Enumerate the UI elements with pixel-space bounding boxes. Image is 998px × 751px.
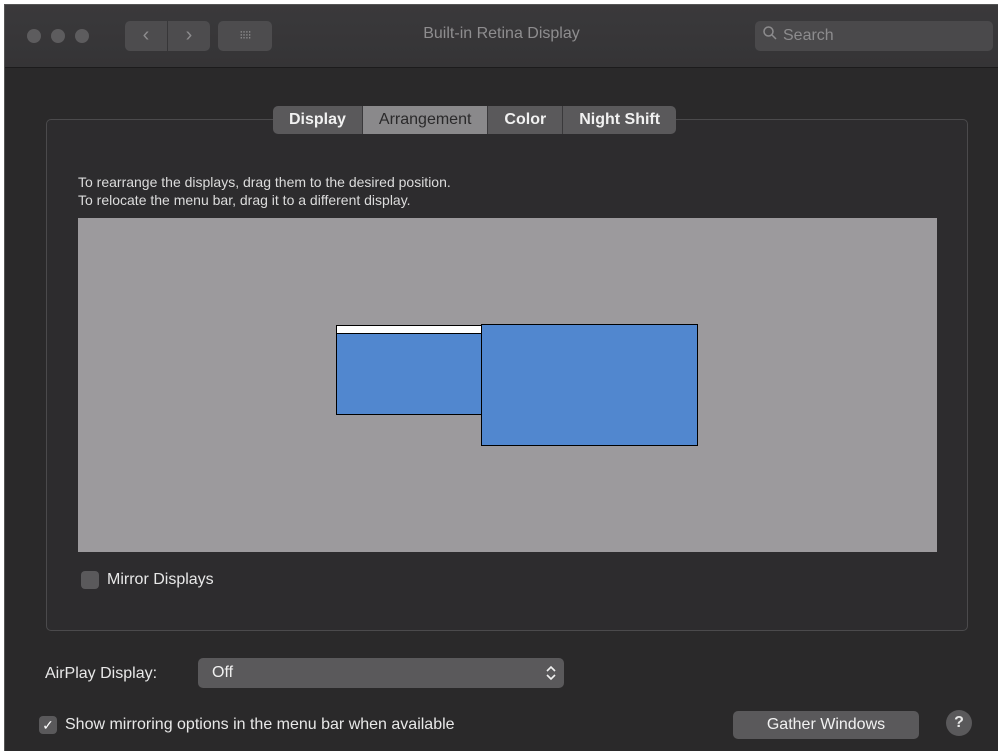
- display-built-in[interactable]: [336, 325, 482, 415]
- instruction-line-menubar: To relocate the menu bar, drag it to a d…: [78, 192, 411, 208]
- display-arrangement-area: [78, 218, 937, 552]
- show-mirroring-checkbox[interactable]: ✓: [39, 716, 57, 734]
- tab-night-shift[interactable]: Night Shift: [563, 106, 676, 134]
- search-field[interactable]: Search: [755, 21, 993, 51]
- title-bar: ‹ › ⁝⁝⁝⁝ Built-in Retina Display Search: [5, 5, 998, 68]
- tab-display[interactable]: Display: [273, 106, 363, 134]
- preferences-content: Display Arrangement Color Night Shift To…: [5, 68, 998, 751]
- tab-bar: Display Arrangement Color Night Shift: [273, 106, 677, 134]
- airplay-display-value: Off: [212, 664, 234, 681]
- search-placeholder: Search: [783, 27, 834, 45]
- mirror-displays-checkbox[interactable]: [81, 571, 99, 589]
- mirror-displays-row[interactable]: Mirror Displays: [81, 571, 214, 589]
- instruction-line-rearrange: To rearrange the displays, drag them to …: [78, 174, 451, 190]
- show-mirroring-row[interactable]: ✓ Show mirroring options in the menu bar…: [39, 716, 455, 734]
- help-button[interactable]: ?: [946, 710, 972, 736]
- airplay-display-popup[interactable]: Off: [198, 658, 564, 688]
- system-preferences-window: ‹ › ⁝⁝⁝⁝ Built-in Retina Display Search …: [4, 4, 998, 751]
- menu-bar-handle[interactable]: [337, 326, 481, 334]
- show-mirroring-label: Show mirroring options in the menu bar w…: [65, 716, 455, 733]
- gather-windows-button[interactable]: Gather Windows: [733, 711, 919, 739]
- tab-color[interactable]: Color: [488, 106, 564, 134]
- checkmark-icon: ✓: [42, 717, 54, 733]
- updown-chevron-icon: [544, 663, 558, 683]
- airplay-display-label: AirPlay Display:: [45, 665, 158, 682]
- mirror-displays-label: Mirror Displays: [107, 571, 214, 588]
- magnifier-icon: [763, 21, 777, 51]
- display-external[interactable]: [481, 324, 698, 446]
- arrangement-instructions: To rearrange the displays, drag them to …: [78, 173, 451, 209]
- tab-arrangement[interactable]: Arrangement: [362, 106, 489, 134]
